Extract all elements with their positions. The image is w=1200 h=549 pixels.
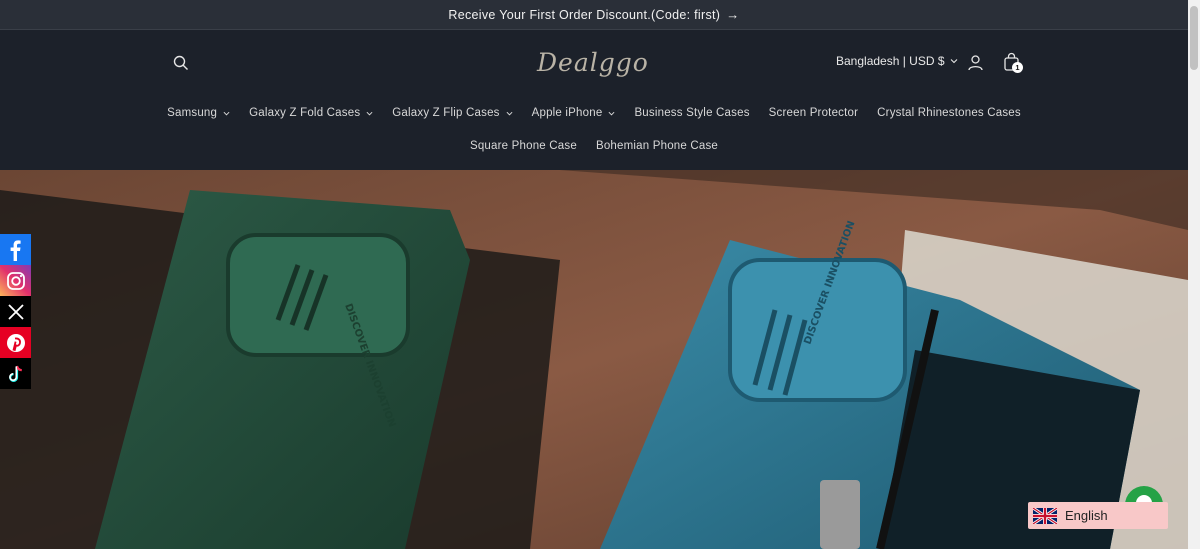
hero-banner-image[interactable]: DISCOVER INNOVATION DISCOVER INNOVATION [0, 170, 1188, 549]
country-currency-selector[interactable]: Bangladesh | USD $ [836, 54, 958, 68]
facebook-icon[interactable] [0, 234, 31, 265]
announcement-bar[interactable]: Receive Your First Order Discount.(Code:… [0, 0, 1188, 30]
arrow-right-icon: → [726, 7, 740, 22]
chevron-down-icon [608, 111, 615, 115]
announcement-text: Receive Your First Order Discount.(Code:… [448, 7, 721, 22]
nav-item-galaxy-z-fold-cases[interactable]: Galaxy Z Fold Cases [249, 107, 373, 119]
cart-count-badge: 1 [1012, 62, 1023, 73]
main-nav-row-1: Samsung Galaxy Z Fold Cases Galaxy Z Fli… [0, 107, 1188, 119]
language-selector[interactable]: English [1028, 502, 1168, 529]
nav-item-galaxy-z-flip-cases[interactable]: Galaxy Z Flip Cases [392, 107, 513, 119]
instagram-icon[interactable] [0, 265, 31, 296]
site-logo[interactable]: Dealggo [535, 44, 657, 80]
main-nav-row-2: Square Phone Case Bohemian Phone Case [0, 140, 1188, 152]
social-share-bar [0, 234, 31, 389]
uk-flag-icon [1033, 507, 1057, 524]
account-icon[interactable] [965, 52, 985, 72]
nav-item-bohemian-phone-case[interactable]: Bohemian Phone Case [596, 140, 718, 152]
nav-item-screen-protector[interactable]: Screen Protector [769, 107, 859, 119]
x-icon[interactable] [0, 296, 31, 327]
nav-item-samsung[interactable]: Samsung [167, 107, 230, 119]
nav-item-crystal-rhinestones-cases[interactable]: Crystal Rhinestones Cases [877, 107, 1021, 119]
site-header: Dealggo Bangladesh | USD $ 1 Samsung Gal… [0, 30, 1188, 170]
tiktok-icon[interactable] [0, 358, 31, 389]
chevron-down-icon [366, 111, 373, 115]
cart-button[interactable]: 1 [999, 49, 1025, 75]
language-label: English [1065, 508, 1108, 523]
nav-item-apple-iphone[interactable]: Apple iPhone [532, 107, 616, 119]
locale-label: Bangladesh | USD $ [836, 54, 945, 68]
chevron-down-icon [506, 111, 513, 115]
hero-illustration: DISCOVER INNOVATION DISCOVER INNOVATION [0, 170, 1188, 549]
scrollbar-thumb[interactable] [1190, 6, 1198, 70]
chevron-down-icon [223, 111, 230, 115]
nav-item-square-phone-case[interactable]: Square Phone Case [470, 140, 577, 152]
search-icon[interactable] [171, 53, 191, 73]
pinterest-icon[interactable] [0, 327, 31, 358]
nav-item-business-style-cases[interactable]: Business Style Cases [634, 107, 749, 119]
chevron-down-icon [950, 59, 957, 64]
logo-wordmark: Dealggo [536, 48, 649, 77]
page-scrollbar[interactable] [1188, 0, 1200, 549]
